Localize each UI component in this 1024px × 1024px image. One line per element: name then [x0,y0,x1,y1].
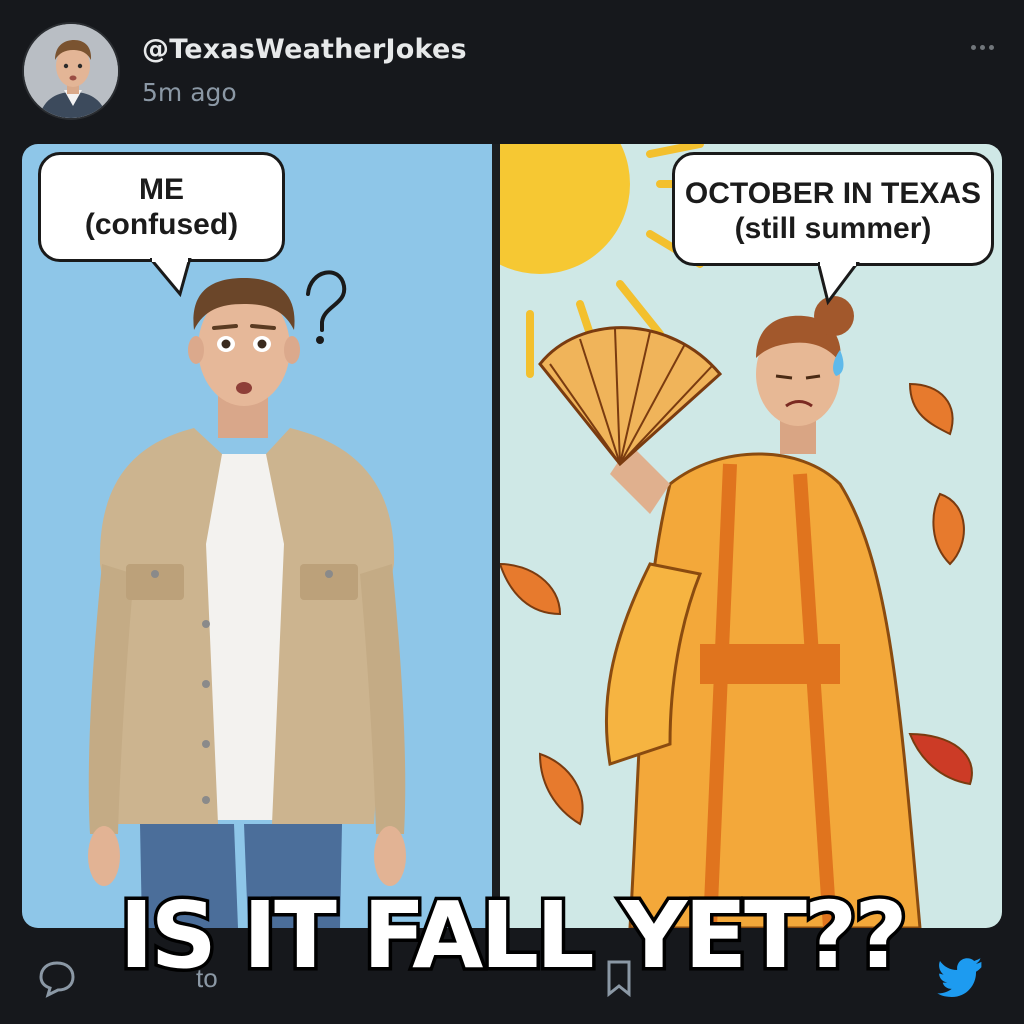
panel-divider [492,144,500,928]
account-handle[interactable]: @TexasWeatherJokes [142,34,467,65]
post-header: @TexasWeatherJokes 5m ago [22,22,1012,122]
meme-panel-right: OCTOBER IN TEXAS (still summer) [500,144,1002,928]
more-options-button[interactable] [962,32,1002,62]
dot-icon [988,44,994,50]
speech-bubble-tail-right [818,262,860,306]
avatar[interactable] [22,22,120,120]
bubble-me-line1: ME [139,173,184,206]
avatar-image [24,24,118,118]
bubble-me-line2: (confused) [84,207,239,241]
post-media[interactable]: ME (confused) OCTOBER IN TEXAS (still su… [22,144,1002,928]
meme-caption: IS IT FALL YET?? [116,882,911,989]
bubble-october-line2: (still summer) [734,211,932,245]
dot-icon [970,44,976,50]
meme-panel-left: ME (confused) [22,144,492,928]
speech-bubble-october: OCTOBER IN TEXAS (still summer) [672,152,994,266]
dot-icon [979,44,985,50]
speech-bubble-me: ME (confused) [38,152,285,262]
bubble-october-line1: OCTOBER IN TEXAS [684,177,982,210]
post-timestamp[interactable]: 5m ago [142,78,237,107]
speech-bubble-tail-left [150,258,192,298]
